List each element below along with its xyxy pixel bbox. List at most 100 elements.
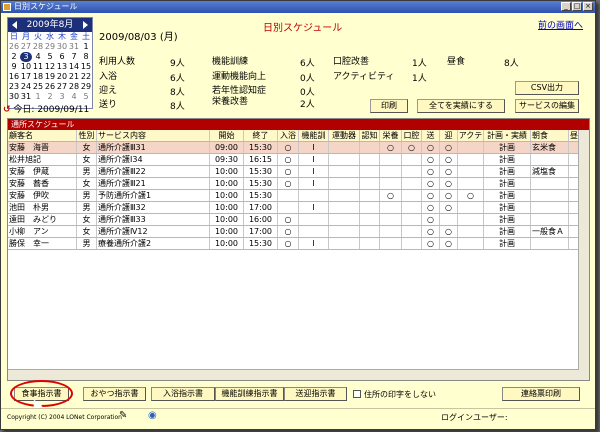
- calendar-day[interactable]: 31: [68, 42, 80, 52]
- calendar-day[interactable]: 30: [56, 42, 68, 52]
- prev-month-icon[interactable]: [12, 21, 17, 29]
- calendar-day[interactable]: 15: [80, 62, 92, 72]
- calendar-day[interactable]: 27: [20, 42, 32, 52]
- table-row[interactable]: 勝保 幸一男療養通所介護2 10:00 15:30 ○ Ⅰ ○ ○ 計画: [8, 238, 589, 250]
- calendar-day[interactable]: 22: [80, 72, 92, 82]
- calendar-day[interactable]: 26: [44, 82, 56, 92]
- snack-instruction-button[interactable]: おやつ指示書: [83, 387, 146, 401]
- globe-icon[interactable]: ◉: [148, 410, 157, 421]
- table-cell-end: 15:30: [244, 238, 278, 249]
- calendar-day[interactable]: 31: [20, 92, 32, 102]
- maximize-button[interactable]: □: [572, 2, 582, 11]
- table-cell-service: 通所介護Ⅰ34: [97, 154, 210, 165]
- table-row[interactable]: 安藤 伊吹男予防通所介護1 10:00 15:30 ○ ○ ○ ○ 計画: [8, 190, 589, 202]
- column-header[interactable]: 入浴: [278, 130, 299, 141]
- calendar-day[interactable]: 3: [20, 52, 32, 62]
- calendar-day[interactable]: 2: [44, 92, 56, 102]
- column-header[interactable]: 計画・実績: [484, 130, 531, 141]
- calendar-day[interactable]: 13: [56, 62, 68, 72]
- column-header[interactable]: サービス内容: [97, 130, 210, 141]
- calendar-day[interactable]: 16: [8, 72, 20, 82]
- column-header[interactable]: 送: [422, 130, 440, 141]
- column-header[interactable]: 終了: [244, 130, 278, 141]
- calendar-day[interactable]: 25: [32, 82, 44, 92]
- calendar-day[interactable]: 1: [32, 92, 44, 102]
- calendar-day[interactable]: 19: [44, 72, 56, 82]
- prev-screen-link[interactable]: 前の画面へ: [538, 18, 583, 31]
- calendar-day[interactable]: 29: [44, 42, 56, 52]
- calendar-day[interactable]: 8: [80, 52, 92, 62]
- table-cell-c7: ○: [422, 190, 440, 201]
- calendar-day[interactable]: 30: [8, 92, 20, 102]
- calendar-day[interactable]: 28: [32, 42, 44, 52]
- calendar-day[interactable]: 1: [80, 42, 92, 52]
- calendar-day[interactable]: 3: [56, 92, 68, 102]
- calendar-day[interactable]: 5: [80, 92, 92, 102]
- calendar-day[interactable]: 9: [8, 62, 20, 72]
- vertical-scrollbar[interactable]: [578, 130, 589, 380]
- calendar-day[interactable]: 18: [32, 72, 44, 82]
- calendar-day[interactable]: 6: [56, 52, 68, 62]
- calendar-day[interactable]: 20: [56, 72, 68, 82]
- horizontal-scrollbar[interactable]: [8, 369, 579, 380]
- close-button[interactable]: ×: [583, 2, 593, 11]
- minimize-button[interactable]: _: [561, 2, 571, 11]
- table-cell-service: 通所介護Ⅲ32: [97, 202, 210, 213]
- table-row[interactable]: 遠田 みどり女通所介護Ⅲ33 10:00 16:00 ○ ○ 計画: [8, 214, 589, 226]
- table-cell-name: 松井旭記: [8, 154, 77, 165]
- no-address-checkbox[interactable]: [353, 390, 361, 398]
- today-row[interactable]: ↺ 今日: 2009/09/11: [3, 102, 89, 115]
- table-row[interactable]: 池田 朴男男通所介護Ⅲ32 10:00 17:00 Ⅰ ○ ○ 計画: [8, 202, 589, 214]
- calendar-day[interactable]: 10: [20, 62, 32, 72]
- column-header[interactable]: 開始: [210, 130, 244, 141]
- column-header[interactable]: アクテ: [458, 130, 484, 141]
- table-row[interactable]: 松井旭記女通所介護Ⅰ34 09:30 16:15 ○ Ⅰ ○ ○ 計画: [8, 154, 589, 166]
- calendar-day[interactable]: 26: [8, 42, 20, 52]
- table-row[interactable]: 小柳 アン女通所介護Ⅳ12 10:00 17:00 ○ ○ ○ 計画 一般食Ａ: [8, 226, 589, 238]
- execute-all-button[interactable]: 全てを実績にする: [417, 99, 505, 113]
- column-header[interactable]: 朝食: [531, 130, 569, 141]
- calendar-day[interactable]: 23: [8, 82, 20, 92]
- calendar-day[interactable]: 11: [32, 62, 44, 72]
- calendar-day[interactable]: 28: [68, 82, 80, 92]
- calendar-day[interactable]: 29: [80, 82, 92, 92]
- calendar-day[interactable]: 27: [56, 82, 68, 92]
- column-header[interactable]: 栄養: [380, 130, 402, 141]
- table-row[interactable]: 安藤 蕎香女通所介護Ⅲ21 10:00 15:30 ○ Ⅰ ○ ○ 計画: [8, 178, 589, 190]
- next-month-icon[interactable]: [83, 21, 88, 29]
- column-header[interactable]: 顧客名: [8, 130, 77, 141]
- table-cell-service: 通所介護Ⅳ12: [97, 226, 210, 237]
- calendar-day[interactable]: 14: [68, 62, 80, 72]
- calendar-day[interactable]: 21: [68, 72, 80, 82]
- column-header[interactable]: 機能訓: [299, 130, 329, 141]
- transport-instruction-button[interactable]: 送迎指示書: [284, 387, 347, 401]
- pen-icon[interactable]: ✎: [119, 410, 127, 421]
- training-instruction-button[interactable]: 機能訓練指示書: [215, 387, 284, 401]
- calendar-day[interactable]: 4: [32, 52, 44, 62]
- calendar-day[interactable]: 17: [20, 72, 32, 82]
- column-header[interactable]: 認知: [360, 130, 380, 141]
- table-cell-c3: [329, 226, 360, 237]
- column-header[interactable]: 性別: [77, 130, 97, 141]
- table-cell-c7: ○: [422, 166, 440, 177]
- calendar-day[interactable]: 7: [68, 52, 80, 62]
- calendar-day[interactable]: 12: [44, 62, 56, 72]
- calendar-day[interactable]: 4: [68, 92, 80, 102]
- table-row[interactable]: 安藤 海晋女通所介護Ⅲ31 09:00 15:30 ○ Ⅰ ○ ○ ○ ○ 計画 玄米食: [8, 142, 589, 154]
- column-header[interactable]: 口腔: [402, 130, 422, 141]
- stat-value-lunch: 8人: [504, 59, 519, 69]
- table-cell-name: 安藤 海晋: [8, 142, 77, 153]
- table-cell-c9: [458, 142, 484, 153]
- bath-instruction-button[interactable]: 入浴指示書: [151, 387, 215, 401]
- service-edit-button[interactable]: サービスの編集: [515, 99, 579, 113]
- csv-export-button[interactable]: CSV出力: [515, 81, 579, 95]
- calendar-day[interactable]: 24: [20, 82, 32, 92]
- stat-value-bath: 6人: [170, 74, 185, 84]
- calendar-day[interactable]: 5: [44, 52, 56, 62]
- column-header[interactable]: 迎: [440, 130, 458, 141]
- calendar-day[interactable]: 2: [8, 52, 20, 62]
- print-button[interactable]: 印刷: [370, 99, 408, 113]
- contact-print-button[interactable]: 連絡票印刷: [502, 387, 580, 401]
- table-row[interactable]: 安藤 伊蔵男通所介護Ⅲ22 10:00 15:30 ○ Ⅰ ○ ○ 計画 減塩食: [8, 166, 589, 178]
- column-header[interactable]: 運動器: [329, 130, 360, 141]
